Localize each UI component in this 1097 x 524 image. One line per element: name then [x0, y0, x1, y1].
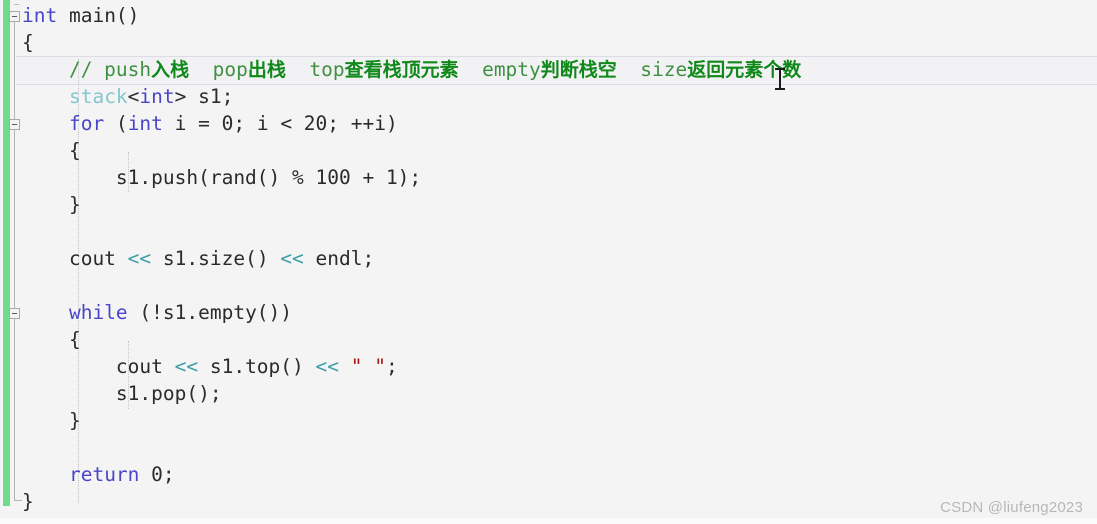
- code-token: return: [68, 463, 140, 486]
- watermark: CSDN @liufeng2023: [940, 499, 1083, 516]
- code-token: > s1;: [174, 85, 234, 108]
- code-line[interactable]: {: [22, 29, 34, 56]
- editor-bottom-edge: [0, 518, 1097, 524]
- code-token: s1.top(): [198, 355, 316, 378]
- code-line[interactable]: while (!s1.empty()): [22, 299, 292, 326]
- code-editor[interactable]: int main(){ // push入栈 pop出栈 top查看栈顶元素 em…: [0, 0, 1097, 524]
- code-line[interactable]: s1.push(rand() % 100 + 1);: [22, 164, 421, 191]
- code-token: 查看栈顶元素: [344, 59, 459, 81]
- code-token: empty: [458, 58, 541, 81]
- code-token: stack: [68, 85, 128, 108]
- code-token: int: [139, 85, 175, 108]
- code-token: int: [22, 4, 58, 27]
- code-line[interactable]: for (int i = 0; i < 20; ++i): [22, 110, 398, 137]
- code-token: <<: [280, 247, 304, 270]
- code-token: 判断栈空: [540, 59, 617, 81]
- code-token: // push: [22, 58, 152, 81]
- code-line[interactable]: // push入栈 pop出栈 top查看栈顶元素 empty判断栈空 size…: [22, 56, 801, 83]
- code-token: {: [22, 31, 34, 54]
- code-token: cout: [22, 355, 175, 378]
- code-token: s1.pop();: [22, 382, 222, 405]
- code-line[interactable]: s1.pop();: [22, 380, 222, 407]
- code-token: }: [22, 193, 81, 216]
- code-line[interactable]: return 0;: [22, 461, 175, 488]
- code-token: size: [616, 58, 688, 81]
- code-token: (!s1.empty()): [127, 301, 293, 324]
- code-token: {: [22, 139, 81, 162]
- code-line[interactable]: {: [22, 137, 81, 164]
- code-token: <<: [127, 247, 152, 270]
- code-token: s1.size(): [151, 247, 281, 270]
- code-token: cout: [22, 247, 128, 270]
- code-token: pop: [189, 58, 248, 81]
- code-token: i = 0; i < 20; ++i): [162, 112, 398, 135]
- code-line[interactable]: }: [22, 191, 81, 218]
- code-token: ;: [385, 355, 398, 378]
- code-token: <: [127, 85, 140, 108]
- code-token: int: [127, 112, 163, 135]
- code-token: 出栈: [247, 59, 286, 81]
- code-line[interactable]: stack<int> s1;: [22, 83, 233, 110]
- code-token: s1.push(rand() % 100 + 1);: [22, 166, 422, 189]
- code-line[interactable]: }: [22, 407, 81, 434]
- code-token: " ": [350, 355, 386, 378]
- code-line[interactable]: cout << s1.size() << endl;: [22, 245, 374, 272]
- code-line[interactable]: {: [22, 326, 81, 353]
- code-token: <<: [315, 355, 339, 378]
- code-token: endl;: [303, 247, 375, 270]
- code-line[interactable]: }: [22, 488, 34, 515]
- code-token: {: [22, 328, 81, 351]
- code-token: top: [285, 58, 345, 81]
- code-text-area[interactable]: int main(){ // push入栈 pop出栈 top查看栈顶元素 em…: [0, 0, 1097, 524]
- code-token: main(): [57, 4, 140, 27]
- code-line[interactable]: int main(): [22, 2, 139, 29]
- code-token: (: [104, 112, 128, 135]
- code-line[interactable]: cout << s1.top() << " ";: [22, 353, 398, 380]
- code-token: while: [68, 301, 128, 324]
- code-token: <<: [174, 355, 199, 378]
- text-cursor-icon: [774, 68, 785, 90]
- code-token: 入栈: [151, 59, 190, 81]
- code-token: }: [22, 490, 34, 513]
- code-token: for: [68, 112, 105, 135]
- code-token: }: [22, 409, 81, 432]
- code-token: 0;: [139, 463, 175, 486]
